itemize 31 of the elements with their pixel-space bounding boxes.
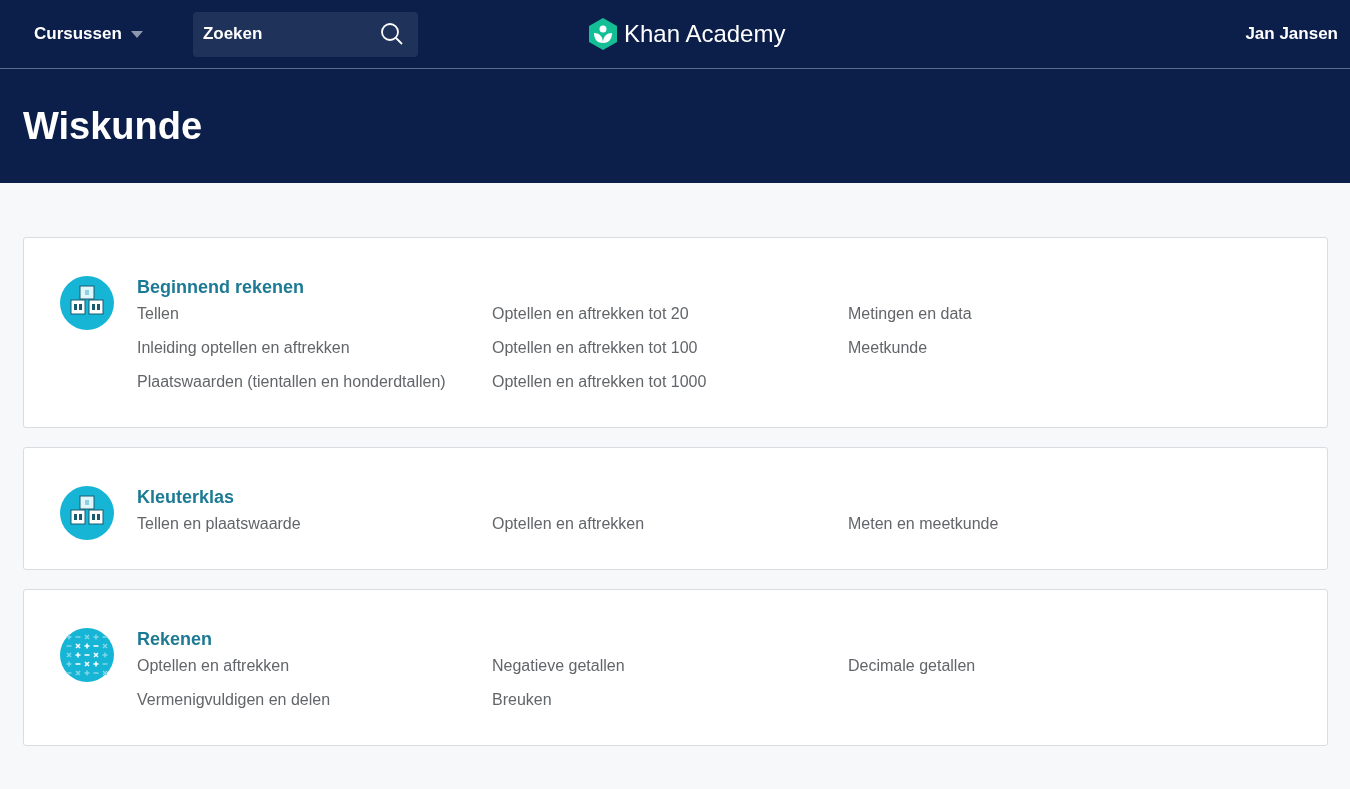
unit-link[interactable]: Optellen en aftrekken tot 20 [492,297,689,331]
unit-link[interactable]: Plaatswaarden (tientallen en honderdtallen) [137,365,446,399]
logo-text: Khan Academy [624,20,786,48]
unit-link[interactable]: Meten en meetkunde [848,507,999,541]
course-title-link[interactable]: Kleuterklas [137,487,1291,508]
user-menu-link[interactable]: Jan Jansen [1245,24,1338,44]
search-field[interactable]: Zoeken [192,11,418,57]
courses-menu-button[interactable]: Cursussen [20,18,157,50]
search-icon [379,21,404,46]
course-title-link[interactable]: Rekenen [137,629,1291,650]
unit-link[interactable]: Optellen en aftrekken [137,649,290,683]
unit-link[interactable]: Vermenigvuldigen en delen [137,683,331,717]
unit-link[interactable]: Metingen en data [848,297,972,331]
unit-link[interactable]: Tellen en plaatswaarde [137,507,301,541]
unit-link[interactable]: Optellen en aftrekken [492,507,645,541]
unit-link[interactable]: Optellen en aftrekken tot 1000 [492,365,707,399]
blocks-icon [60,276,114,330]
page-title: Wiskunde [23,104,203,148]
blocks-icon [60,486,114,540]
unit-link[interactable]: Decimale getallen [848,649,976,683]
course-title-link[interactable]: Beginnend rekenen [137,277,1291,298]
unit-link[interactable]: Meetkunde [848,331,928,365]
unit-link[interactable]: Tellen [137,297,179,331]
unit-link[interactable]: Optellen en aftrekken tot 100 [492,331,698,365]
unit-link[interactable]: Inleiding optellen en aftrekken [137,331,350,365]
unit-link[interactable]: Breuken [492,683,552,717]
math-symbols-icon [60,628,114,682]
leaf-hexagon-icon [588,18,618,50]
caret-icon [130,30,143,38]
khan-academy-logo[interactable]: Khan Academy [588,18,786,50]
unit-link[interactable]: Negatieve getallen [492,649,625,683]
